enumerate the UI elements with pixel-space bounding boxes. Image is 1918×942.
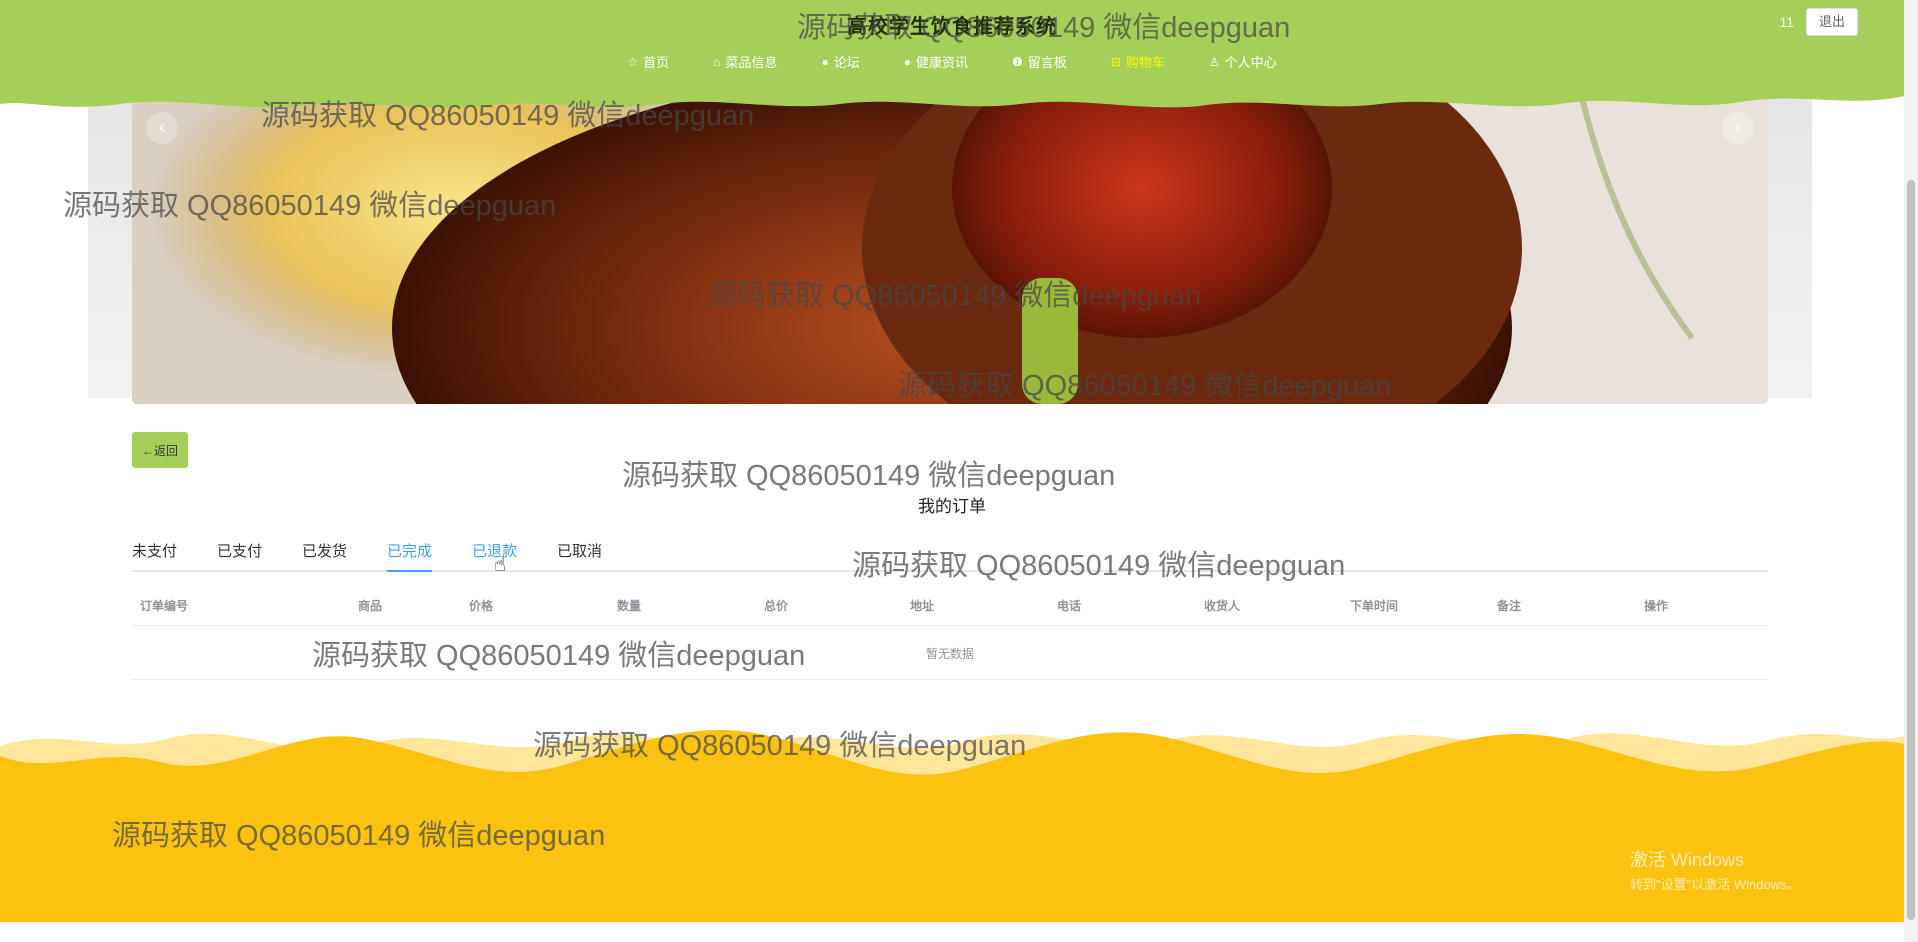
user-icon: ♙ — [1208, 54, 1220, 69]
carousel-prev-button[interactable]: ‹ — [146, 112, 178, 144]
nav-label: 健康资讯 — [915, 55, 968, 70]
cart-icon: ⊟ — [1110, 54, 1121, 69]
column-header: 备注 — [1497, 599, 1522, 613]
info-icon: ❶ — [1011, 54, 1023, 69]
orders-table: 订单编号 商品 价格 数量 总价 地址 电话 收货人 下单时间 备注 操作 暂无… — [132, 585, 1768, 680]
windows-activation-hint: 转到"设置"以激活 Windows。 — [1630, 877, 1800, 892]
tab-unpaid[interactable]: 未支付 — [132, 540, 177, 570]
username-label: 11 — [1779, 14, 1794, 30]
footer-wave-background — [0, 716, 1904, 922]
nav-label: 个人中心 — [1224, 55, 1277, 70]
footer-waves — [0, 730, 1904, 922]
site-title: 高校学生饮食推荐系统 — [847, 16, 1057, 38]
carousel-next-button[interactable]: › — [1722, 112, 1754, 144]
page-scrollbar[interactable] — [1904, 0, 1918, 942]
nav-item-forum[interactable]: ● 论坛 — [821, 52, 859, 71]
tab-shipped[interactable]: 已发货 — [302, 540, 347, 570]
windows-activation-title: 激活 Windows — [1630, 850, 1745, 870]
column-header: 数量 — [617, 599, 642, 613]
page-title: 我的订单 — [918, 497, 986, 516]
nav-label: 论坛 — [833, 55, 860, 70]
tab-cancelled[interactable]: 已取消 — [557, 540, 602, 570]
nav-item-home[interactable]: ☆ 首页 — [627, 52, 669, 71]
nav-label: 留言板 — [1027, 55, 1067, 70]
windows-activation-watermark: 激活 Windows 转到"设置"以激活 Windows。 — [1630, 846, 1800, 893]
site-header: 高校学生饮食推荐系统 11 退出 ☆ 首页 ⌂ 菜品信息 ● 论坛 ● 健康资讯… — [0, 0, 1904, 112]
nav-label: 菜品信息 — [725, 55, 778, 70]
column-header: 订单编号 — [140, 599, 189, 613]
nav-label: 首页 — [643, 55, 670, 70]
column-header: 地址 — [910, 599, 935, 613]
column-header: 总价 — [764, 599, 789, 613]
carousel-banner-image — [132, 98, 1768, 404]
nav-item-health-news[interactable]: ● 健康资讯 — [904, 52, 968, 71]
tab-completed[interactable]: 已完成 — [387, 540, 433, 572]
main-nav: ☆ 首页 ⌂ 菜品信息 ● 论坛 ● 健康资讯 ❶ 留言板 ⊟ 购物车 ♙ 个人… — [0, 52, 1904, 71]
nav-label: 购物车 — [1125, 55, 1165, 70]
food-photo — [132, 98, 1768, 404]
scrollbar-thumb[interactable] — [1907, 180, 1915, 920]
bag-icon: ⌂ — [713, 54, 721, 69]
star-icon: ☆ — [627, 54, 639, 69]
column-header: 价格 — [469, 599, 494, 613]
nav-item-dishes[interactable]: ⌂ 菜品信息 — [713, 52, 777, 71]
user-area: 11 退出 — [1779, 8, 1858, 36]
logout-button[interactable]: 退出 — [1805, 8, 1858, 36]
column-header: 收货人 — [1204, 599, 1241, 613]
dot-icon: ● — [821, 54, 829, 69]
tab-paid[interactable]: 已支付 — [217, 540, 262, 570]
back-button[interactable]: ←返回 — [132, 432, 188, 468]
order-status-tabs: 未支付 已支付 已发货 已完成 已退款 已取消 — [132, 540, 1768, 572]
nav-item-message-board[interactable]: ❶ 留言板 — [1012, 52, 1067, 71]
empty-state-text: 暂无数据 — [925, 647, 974, 661]
nav-item-cart[interactable]: ⊟ 购物车 — [1111, 52, 1165, 71]
table-header: 订单编号 商品 价格 数量 总价 地址 电话 收货人 下单时间 备注 操作 — [132, 585, 1768, 626]
nav-item-personal-center[interactable]: ♙ 个人中心 — [1209, 52, 1277, 71]
column-header: 操作 — [1644, 599, 1669, 613]
mouse-cursor-icon: ☝ — [494, 554, 507, 576]
table-empty-row: 暂无数据 — [132, 626, 1768, 680]
watermark: 源码获取 QQ86050149 微信deepguan — [622, 460, 1116, 492]
dot-icon: ● — [903, 54, 911, 69]
column-header: 电话 — [1057, 599, 1082, 613]
column-header: 下单时间 — [1350, 599, 1399, 613]
column-header: 商品 — [358, 599, 383, 613]
